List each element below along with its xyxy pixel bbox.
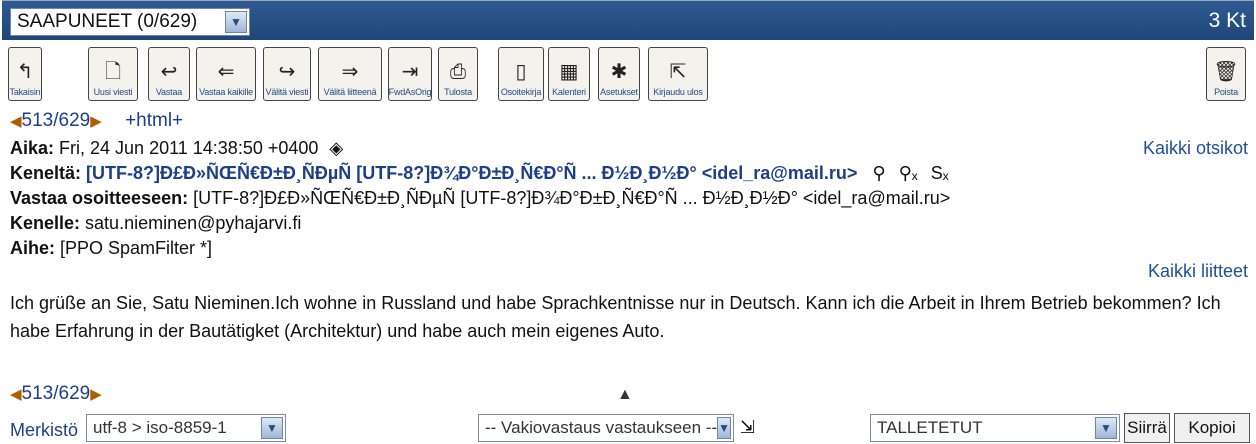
- to-row: Kenelle: satu.nieminen@pyhajarvi.fi: [10, 213, 301, 234]
- print-icon: ⎙: [450, 61, 466, 83]
- subject-value: [PPO SpamFilter *]: [60, 238, 213, 258]
- to-value: satu.nieminen@pyhajarvi.fi: [85, 213, 302, 233]
- reply-to-value: [UTF-8?]Ð£Ð»ÑŒÑ€Ð±Ð¸ÑÐµÑ [UTF-8?]Ð¾Ð°Ð±Ð…: [193, 188, 951, 208]
- toolbar-button-vastaa[interactable]: ↩ Vastaa: [148, 47, 190, 101]
- trash-icon: 🗑: [1213, 61, 1239, 83]
- use-quick-reply-icon[interactable]: ⇲: [740, 417, 755, 438]
- toolbar-button-label: Välitä liitteenä: [323, 87, 377, 97]
- all-attachments-link[interactable]: Kaikki liitteet: [1148, 261, 1248, 282]
- toolbar-button-label: Osoitekirja: [500, 87, 542, 97]
- toolbar-button-label: Vastaa kaikille: [199, 87, 253, 97]
- address-book-icon: ▯: [515, 61, 527, 83]
- target-folder-value: TALLETETUT: [877, 418, 983, 437]
- toolbar-button-label: Kirjaudu ulos: [653, 87, 703, 97]
- folder-select[interactable]: SAAPUNEET (0/629) ▼: [10, 8, 250, 36]
- copy-button[interactable]: Kopioi: [1174, 413, 1250, 443]
- add-contact-icon[interactable]: ⚲: [872, 163, 885, 183]
- block-domain-icon[interactable]: Sₓ: [931, 163, 949, 183]
- toolbar-button-tulosta[interactable]: ⎙ Tulosta: [438, 47, 478, 101]
- message-size: 3 Kt: [1208, 9, 1246, 32]
- toolbar-button-v-lit-viesti[interactable]: ↪ Välitä viesti: [263, 47, 311, 101]
- toolbar-button-vastaa-kaikille[interactable]: ⇐ Vastaa kaikille: [196, 47, 256, 101]
- toolbar-button-label: FwdAsOrig: [388, 87, 432, 97]
- all-headers-link[interactable]: Kaikki otsikot: [1143, 138, 1248, 159]
- reply-to-label: Vastaa osoitteeseen:: [10, 188, 189, 208]
- forward-attachment-icon: ⇒: [341, 61, 359, 83]
- toolbar-button-uusi-viesti[interactable]: 🗋 Uusi viesti: [88, 47, 138, 101]
- forward-icon: ↪: [278, 61, 296, 83]
- next-message-icon[interactable]: ▶: [90, 113, 102, 130]
- calendar-icon: ▦: [559, 61, 579, 83]
- toolbar-button-asetukset[interactable]: ✱ Asetukset: [598, 47, 640, 101]
- block-sender-icon[interactable]: ⚲ₓ: [899, 163, 918, 183]
- toolbar-button-label: Tulosta: [444, 87, 472, 97]
- message-body: Ich grüße an Sie, Satu Nieminen.Ich wohn…: [10, 293, 1221, 341]
- settings-icon: ✱: [610, 61, 628, 83]
- back-icon: ↰: [16, 61, 34, 83]
- message-counter: 513/629: [21, 383, 91, 404]
- message-nav-top: ◀513/629▶ +html+: [10, 110, 183, 132]
- toolbar-button-label: Välitä viesti: [265, 87, 309, 97]
- tag-icon[interactable]: ◈: [329, 138, 343, 158]
- toolbar-button-kalenteri[interactable]: ▦ Kalenteri: [548, 47, 590, 101]
- toolbar-button-osoitekirja[interactable]: ▯ Osoitekirja: [498, 47, 544, 101]
- target-folder-select[interactable]: TALLETETUT ▼: [870, 414, 1120, 442]
- date-value: Fri, 24 Jun 2011 14:38:50 +0400: [59, 138, 319, 158]
- delete-button-label: Poista: [1214, 87, 1238, 97]
- from-label: Keneltä:: [10, 163, 82, 183]
- next-message-icon[interactable]: ▶: [90, 386, 102, 403]
- to-label: Kenelle:: [10, 213, 81, 233]
- toolbar-button-label: Kalenteri: [552, 87, 586, 97]
- message-counter: 513/629: [21, 110, 91, 131]
- toolbar-button-label: Takaisin: [9, 87, 41, 97]
- charset-value: utf-8 > iso-8859-1: [93, 418, 227, 437]
- reply-all-icon: ⇐: [217, 61, 235, 83]
- date-label: Aika:: [10, 138, 55, 158]
- chevron-down-icon[interactable]: ▼: [1095, 417, 1117, 439]
- date-row: Aika: Fri, 24 Jun 2011 14:38:50 +0400 ◈: [10, 138, 343, 159]
- bottom-controls: Merkistö utf-8 > iso-8859-1 ▼ -- Vakiova…: [0, 412, 1256, 444]
- toolbar-button-label: Asetukset: [600, 87, 638, 97]
- charset-select[interactable]: utf-8 > iso-8859-1 ▼: [86, 414, 286, 442]
- toolbar-button-fwdasorig[interactable]: ⇥ FwdAsOrig: [388, 47, 432, 101]
- reply-to-row: Vastaa osoitteeseen: [UTF-8?]Ð£Ð»ÑŒÑ€Ð±Ð…: [10, 188, 950, 209]
- scroll-top-icon[interactable]: ▲: [617, 386, 633, 404]
- chevron-down-icon[interactable]: ▼: [717, 417, 732, 439]
- subject-label: Aihe:: [10, 238, 55, 258]
- subject-row: Aihe: [PPO SpamFilter *]: [10, 238, 212, 259]
- chevron-down-icon[interactable]: ▼: [261, 417, 283, 439]
- delete-button[interactable]: 🗑 Poista: [1206, 47, 1246, 101]
- new-message-icon: 🗋: [104, 61, 122, 83]
- toolbar: ↰ Takaisin 🗋 Uusi viesti ↩ Vastaa ⇐ Vastaa kaik…: [8, 47, 1248, 103]
- prev-message-icon[interactable]: ◀: [10, 386, 22, 403]
- toolbar-button-takaisin[interactable]: ↰ Takaisin: [8, 47, 42, 101]
- message-nav-bottom: ◀513/629▶: [10, 383, 102, 405]
- forward-original-icon: ⇥: [401, 61, 419, 83]
- toolbar-button-kirjaudu-ulos[interactable]: ⇱ Kirjaudu ulos: [648, 47, 708, 101]
- logout-icon: ⇱: [669, 61, 687, 83]
- chevron-down-icon[interactable]: ▼: [225, 11, 247, 33]
- html-view-link[interactable]: +html+: [125, 110, 183, 131]
- reply-icon: ↩: [160, 61, 178, 83]
- from-row: Keneltä: [UTF-8?]Ð£Ð»ÑŒÑ€Ð±Ð¸ÑÐµÑ [UTF-8…: [10, 163, 949, 184]
- move-button[interactable]: Siirrä: [1124, 413, 1170, 443]
- toolbar-button-label: Vastaa: [155, 87, 183, 97]
- toolbar-button-v-lit-liitteen-[interactable]: ⇒ Välitä liitteenä: [318, 47, 382, 101]
- toolbar-button-label: Uusi viesti: [93, 87, 133, 97]
- from-value[interactable]: [UTF-8?]Ð£Ð»ÑŒÑ€Ð±Ð¸ÑÐµÑ [UTF-8?]Ð¾Ð°Ð±Ð…: [86, 163, 857, 183]
- folder-bar: SAAPUNEET (0/629) ▼ 3 Kt: [2, 0, 1254, 40]
- prev-message-icon[interactable]: ◀: [10, 113, 22, 130]
- charset-label: Merkistö: [10, 420, 79, 440]
- quick-reply-value: -- Vakiovastaus vastaukseen --: [485, 418, 718, 437]
- quick-reply-select[interactable]: -- Vakiovastaus vastaukseen -- ▼: [478, 414, 734, 442]
- folder-select-value: SAAPUNEET (0/629): [17, 11, 198, 32]
